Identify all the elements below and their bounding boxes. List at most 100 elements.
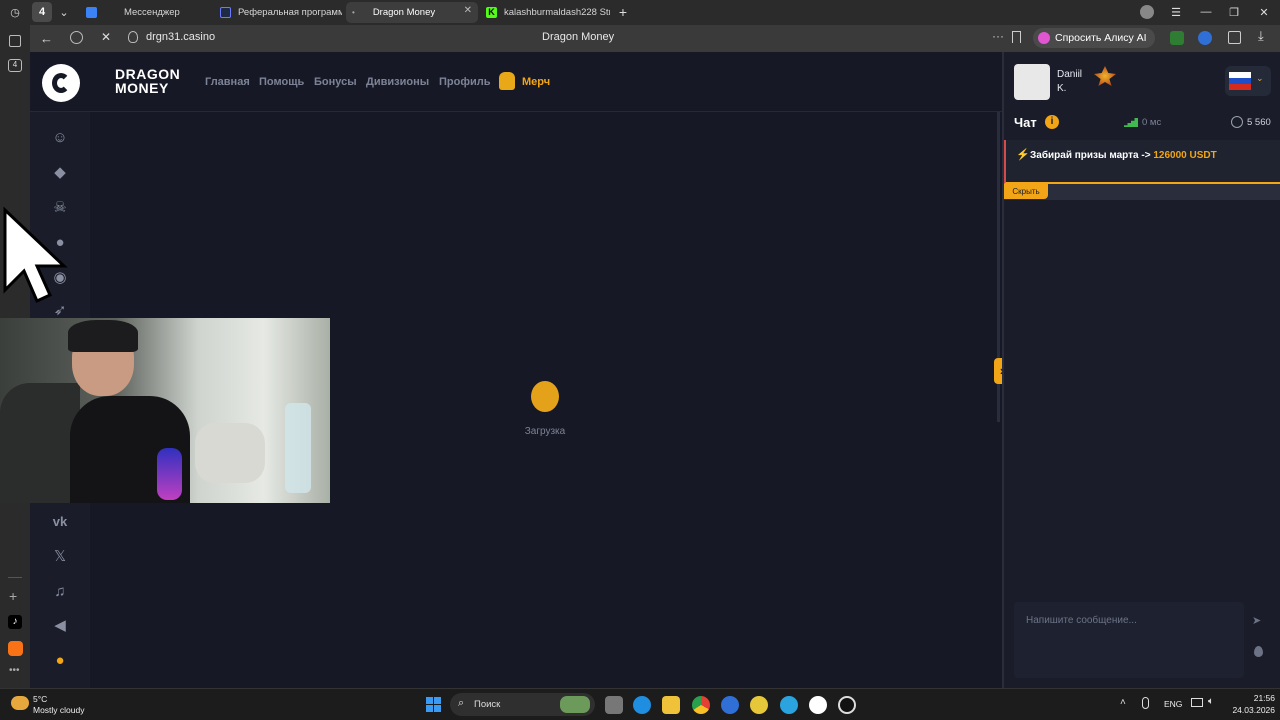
windows-start-icon[interactable] bbox=[426, 697, 441, 712]
clock-time[interactable]: 21:56 bbox=[1230, 693, 1275, 703]
nav-profile[interactable]: Профиль bbox=[439, 76, 490, 88]
message-input[interactable]: Напишите сообщение... bbox=[1014, 602, 1244, 678]
tray-chevron-up-icon[interactable]: ˄ bbox=[1120, 697, 1126, 708]
chevron-down-icon[interactable]: ⌄ bbox=[54, 2, 74, 22]
close-icon[interactable]: ✕ bbox=[464, 5, 472, 16]
yandex-browser-icon[interactable] bbox=[809, 696, 827, 714]
vk-icon[interactable]: vk bbox=[51, 513, 69, 531]
russia-flag-icon bbox=[1229, 72, 1251, 90]
tab-referral[interactable]: Реферальная программа bbox=[214, 2, 342, 23]
lock-icon bbox=[128, 31, 138, 43]
display-icon[interactable] bbox=[1191, 698, 1203, 707]
promo-banner[interactable]: ⚡ Забирай призы марта -> 126000 USDT bbox=[1004, 140, 1280, 184]
language-selector[interactable]: ⌄ bbox=[1225, 66, 1271, 96]
taskbar-search[interactable]: ⌕ Поиск bbox=[450, 693, 595, 716]
search-placeholder: Поиск bbox=[474, 699, 501, 710]
nav-help[interactable]: Помощь bbox=[259, 76, 304, 88]
lightning-icon: ⚡ bbox=[1016, 149, 1030, 161]
ticket-icon[interactable]: ◆ bbox=[51, 164, 69, 182]
weather-cloud-icon bbox=[11, 696, 29, 710]
logo-line-1: DRAGON bbox=[115, 66, 181, 82]
send-icon[interactable]: ➤ bbox=[1252, 614, 1261, 627]
obs-icon[interactable] bbox=[838, 696, 856, 714]
chevron-down-icon: ⌄ bbox=[1256, 73, 1264, 83]
app-emoji-icon[interactable] bbox=[750, 696, 768, 714]
hide-button[interactable]: Скрыть bbox=[1004, 184, 1048, 199]
microphone-icon[interactable] bbox=[1142, 697, 1149, 709]
mouse-cursor-icon bbox=[3, 206, 68, 304]
protect-icon[interactable] bbox=[70, 31, 83, 44]
collections-icon[interactable] bbox=[1228, 31, 1241, 44]
tab-bar: ◷ 4 ⌄ Мессенджер Реферальная программа •… bbox=[0, 0, 1280, 25]
page-title: Dragon Money bbox=[542, 31, 615, 43]
nav-merch[interactable]: Мерч bbox=[522, 76, 550, 88]
volume-icon[interactable]: 🔈︎ bbox=[1208, 696, 1214, 707]
extension-icon[interactable] bbox=[1170, 31, 1184, 45]
file-explorer-icon[interactable] bbox=[662, 696, 680, 714]
tab-kick-stream[interactable]: Kkalashburmaldash228 Stre bbox=[480, 2, 610, 23]
tabs-panel-icon[interactable] bbox=[9, 35, 21, 47]
search-highlight-icon bbox=[560, 696, 590, 713]
promo-text: Забирай призы марта -> 126000 USDT bbox=[1030, 150, 1217, 161]
emoji-drop-icon[interactable] bbox=[1254, 646, 1263, 657]
tiktok-icon[interactable]: ♪ bbox=[8, 615, 22, 629]
restore-icon[interactable]: ❐ bbox=[1224, 2, 1244, 22]
add-icon[interactable]: + bbox=[9, 588, 17, 604]
smile-icon[interactable]: ☺ bbox=[51, 129, 69, 147]
weather-temp: 5°C bbox=[33, 694, 48, 704]
language-indicator[interactable]: ENG bbox=[1164, 699, 1182, 709]
telegram-icon[interactable] bbox=[780, 696, 798, 714]
clock-date[interactable]: 24.03.2026 bbox=[1220, 705, 1275, 715]
more-icon[interactable]: ••• bbox=[9, 665, 20, 676]
nav-divisions[interactable]: Дивизионы bbox=[366, 76, 429, 88]
download-icon[interactable]: ⤓ bbox=[1258, 28, 1264, 44]
translate-icon[interactable] bbox=[1198, 31, 1212, 45]
ping-text: 0 мс bbox=[1142, 117, 1162, 128]
user-first-name: Daniil bbox=[1057, 69, 1083, 80]
brand-logo-text[interactable]: DRAGON MONEY bbox=[115, 67, 180, 95]
promo-amount: 126000 USDT bbox=[1153, 150, 1217, 161]
water-bottle bbox=[285, 403, 311, 493]
app-check-icon[interactable] bbox=[721, 696, 739, 714]
history-icon[interactable]: ◷ bbox=[5, 2, 25, 22]
divider bbox=[8, 577, 22, 578]
online-count: 5 560 bbox=[1247, 117, 1271, 128]
stop-loading-icon[interactable]: ✕ bbox=[101, 30, 111, 44]
armchair bbox=[0, 383, 80, 503]
chrome-icon[interactable] bbox=[692, 696, 710, 714]
menu-icon[interactable]: ☰ bbox=[1166, 2, 1186, 22]
profile-avatar[interactable] bbox=[1140, 5, 1154, 19]
rank-badge-icon bbox=[1094, 66, 1116, 86]
tab-dragon-money[interactable]: • Dragon Money ✕ bbox=[346, 2, 478, 23]
site-header: DRAGON MONEY Главная Помощь Бонусы Дивиз… bbox=[30, 52, 1002, 112]
logo-mark bbox=[52, 73, 70, 93]
nav-bonuses[interactable]: Бонусы bbox=[314, 76, 357, 88]
logo-line-2: MONEY bbox=[115, 80, 169, 96]
user-avatar[interactable] bbox=[1014, 64, 1050, 100]
dragon-logo-icon[interactable] bbox=[42, 64, 80, 102]
tab-counter[interactable]: 4 bbox=[32, 2, 52, 22]
signal-icon bbox=[1124, 118, 1138, 127]
message-placeholder: Напишите сообщение... bbox=[1026, 615, 1137, 626]
lightbulb-icon[interactable]: ● bbox=[51, 652, 69, 670]
url-text[interactable]: drgn31.casino bbox=[146, 31, 215, 43]
more-icon[interactable]: ··· bbox=[992, 29, 1004, 43]
tab-messenger[interactable]: Мессенджер bbox=[80, 2, 208, 23]
close-window-icon[interactable]: ✕ bbox=[1254, 2, 1274, 22]
back-icon[interactable]: ← bbox=[40, 31, 53, 46]
new-tab-button[interactable]: + bbox=[613, 2, 633, 22]
edge-icon[interactable] bbox=[633, 696, 651, 714]
tab-count-badge[interactable]: 4 bbox=[8, 59, 22, 72]
bell-icon[interactable]: ♫ bbox=[51, 583, 69, 601]
bookmark-icon[interactable] bbox=[1012, 31, 1021, 43]
ask-alice-button[interactable]: Спросить Алису AI bbox=[1033, 28, 1155, 48]
market-icon[interactable] bbox=[8, 641, 23, 656]
loading-dot-icon: • bbox=[352, 8, 355, 17]
minimize-icon[interactable]: — bbox=[1196, 2, 1216, 22]
search-icon: ⌕ bbox=[458, 697, 465, 709]
nav-home[interactable]: Главная bbox=[205, 76, 250, 88]
sound-icon[interactable]: ◀ bbox=[51, 617, 69, 635]
x-twitter-icon[interactable]: 𝕏 bbox=[51, 548, 69, 566]
info-icon[interactable]: i bbox=[1045, 115, 1059, 129]
task-view-icon[interactable] bbox=[605, 696, 623, 714]
